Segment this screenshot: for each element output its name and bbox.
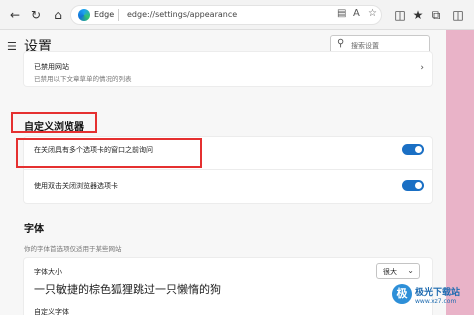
chevron-down-icon: ⌄ xyxy=(407,266,414,275)
refresh-icon[interactable]: ↻ xyxy=(28,7,44,23)
back-arrow-icon[interactable]: ← xyxy=(7,7,23,23)
hamburger-menu-icon[interactable]: ☰ xyxy=(7,40,17,53)
favorite-star-icon[interactable]: ☆ xyxy=(368,8,377,19)
search-placeholder: 搜索设置 xyxy=(351,42,379,50)
font-preview-text: 一只敏捷的棕色狐狸跳过一只懒惰的狗 xyxy=(34,283,221,296)
font-size-card: 字体大小 很大 ⌄ 一只敏捷的棕色狐狸跳过一只懒惰的狗 自定义字体 xyxy=(24,258,432,315)
double-click-close-toggle[interactable] xyxy=(402,180,424,191)
highlight-box-option xyxy=(16,138,202,168)
edge-logo-icon xyxy=(78,9,90,21)
address-bar[interactable]: Edge edge://settings/appearance ▤ A ☆ xyxy=(70,5,382,25)
font-size-select[interactable]: 很大 ⌄ xyxy=(376,263,420,279)
collections-icon[interactable]: ⧉ xyxy=(428,7,444,23)
watermark-logo: 极 极光下载站 www.xz7.com xyxy=(392,282,472,312)
watermark-icon: 极 xyxy=(392,284,412,304)
home-icon[interactable]: ⌂ xyxy=(50,7,66,23)
read-aloud-icon[interactable]: A xyxy=(353,8,360,19)
fonts-subheading: 你的字体首选项仅适用于某些网站 xyxy=(24,245,122,253)
ask-before-close-toggle[interactable] xyxy=(402,144,424,155)
row-divider xyxy=(24,169,432,170)
browser-brand-label: Edge xyxy=(94,10,115,19)
toggle-row-double-click-close[interactable]: 使用双击关闭浏览器选项卡 xyxy=(24,173,432,201)
address-url[interactable]: edge://settings/appearance xyxy=(127,10,237,19)
blocked-sites-title: 已禁用网站 xyxy=(34,63,69,71)
settings-page: ☰ 设置 ⚲ 搜索设置 已禁用网站 已禁用以下文章草单的情况的列表 › 自定义浏… xyxy=(0,30,446,315)
blocked-sites-description: 已禁用以下文章草单的情况的列表 xyxy=(34,75,132,83)
watermark-title: 极光下载站 xyxy=(415,288,461,298)
desktop-background xyxy=(446,30,474,315)
double-click-close-label: 使用双击关闭浏览器选项卡 xyxy=(34,182,118,190)
watermark-subtitle: www.xz7.com xyxy=(415,298,457,305)
split-screen-icon[interactable]: ◫ xyxy=(392,7,408,23)
font-size-label: 字体大小 xyxy=(34,268,62,276)
fonts-heading: 字体 xyxy=(24,224,44,235)
reader-mode-icon[interactable]: ▤ xyxy=(337,8,346,19)
chevron-right-icon: › xyxy=(420,63,424,73)
search-icon: ⚲ xyxy=(337,38,345,49)
font-size-value: 很大 xyxy=(383,268,397,276)
blocked-sites-card[interactable]: 已禁用网站 已禁用以下文章草单的情况的列表 › xyxy=(24,52,432,86)
custom-font-label[interactable]: 自定义字体 xyxy=(34,307,69,315)
favorites-list-icon[interactable]: ★ xyxy=(410,7,426,23)
address-separator xyxy=(118,9,119,21)
highlight-box-heading xyxy=(11,112,97,133)
tab-actions-icon[interactable]: ◫ xyxy=(450,7,466,23)
browser-toolbar: ← ↻ ⌂ Edge edge://settings/appearance ▤ … xyxy=(0,0,474,30)
